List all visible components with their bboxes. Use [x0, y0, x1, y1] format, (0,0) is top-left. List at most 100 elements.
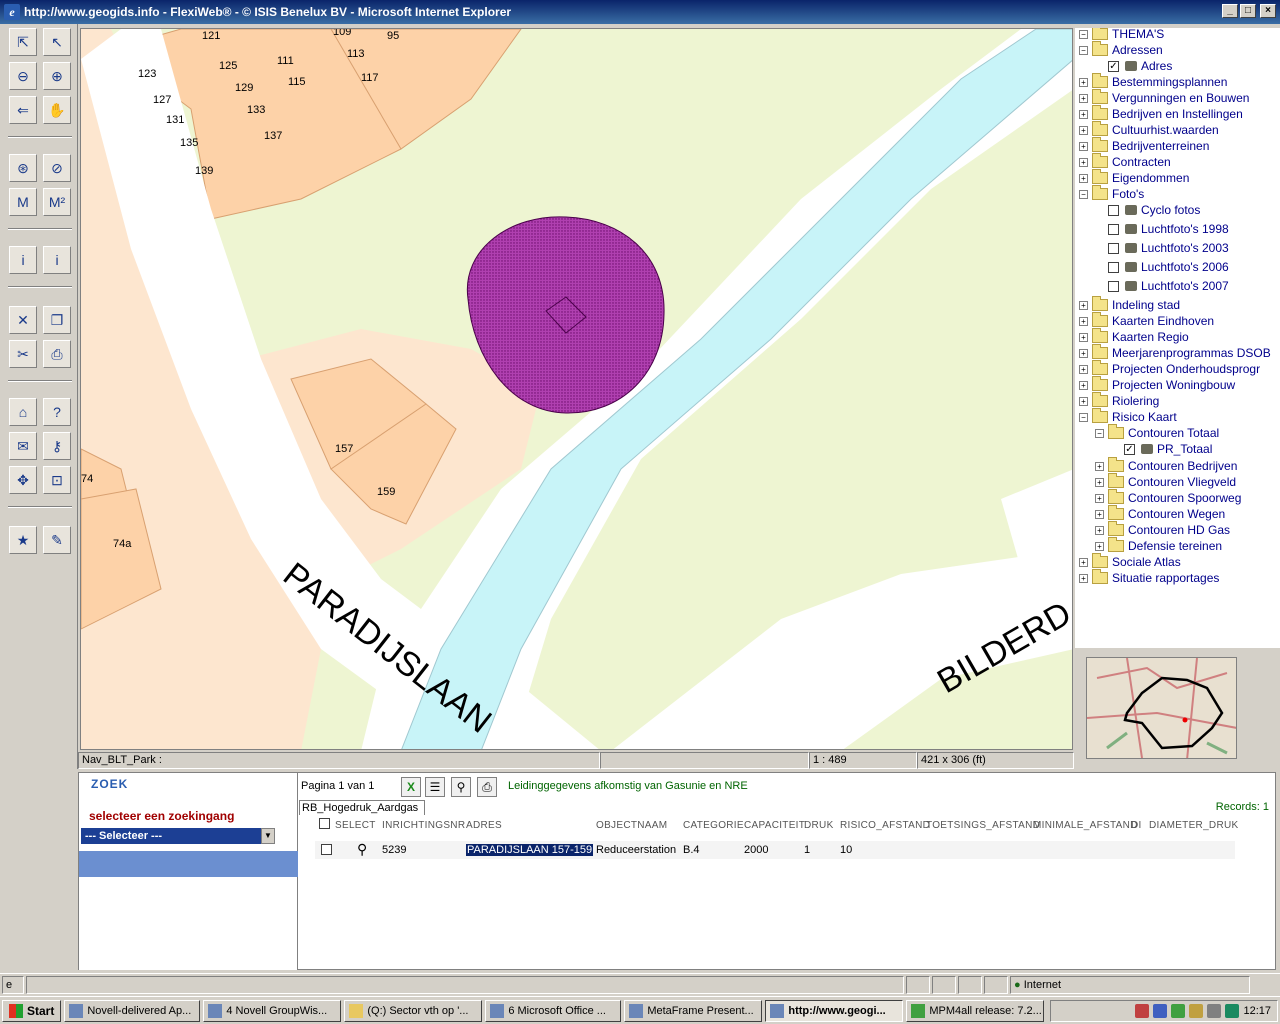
excel-export-icon[interactable]: X: [401, 777, 421, 797]
copy-icon[interactable]: ❐: [43, 306, 71, 334]
expand-icon[interactable]: +: [1095, 493, 1104, 503]
tree-item[interactable]: + Contouren Spoorweg: [1095, 489, 1241, 506]
tree-root[interactable]: − THEMA'S: [1079, 28, 1164, 42]
tray-icon[interactable]: [1171, 1004, 1186, 1018]
tree-item[interactable]: + Vergunningen en Bouwen: [1079, 89, 1249, 106]
tray-icon[interactable]: [1153, 1004, 1168, 1018]
taskbar-item[interactable]: 6 Microsoft Office ...: [485, 999, 622, 1022]
tab-results[interactable]: RB_Hogedruk_Aardgas: [299, 800, 426, 815]
tree-item[interactable]: + Contracten: [1079, 153, 1171, 170]
tree-item[interactable]: + Bedrijven en Instellingen: [1079, 105, 1243, 122]
tree-item[interactable]: Luchtfoto's 2007: [1095, 278, 1229, 294]
layer-checkbox[interactable]: [1108, 242, 1119, 254]
identify-select-icon[interactable]: i: [9, 246, 37, 274]
collapse-icon[interactable]: −: [1079, 45, 1088, 55]
tools-icon[interactable]: ✂: [9, 340, 37, 368]
row-checkbox[interactable]: [321, 844, 332, 855]
tree-item[interactable]: + Bedrijventerreinen: [1079, 137, 1209, 154]
zoom-out-icon[interactable]: ⊖: [9, 62, 37, 90]
tree-item[interactable]: − Risico Kaart: [1079, 408, 1177, 425]
expand-icon[interactable]: +: [1095, 541, 1104, 551]
tree-item[interactable]: − Foto's: [1079, 185, 1144, 202]
tray-icon[interactable]: [1135, 1004, 1150, 1018]
layer-checkbox[interactable]: [1108, 280, 1119, 292]
taskbar-item[interactable]: (Q:) Sector vth op '...: [344, 999, 483, 1022]
expand-icon[interactable]: +: [1079, 364, 1088, 374]
tree-item[interactable]: + Kaarten Eindhoven: [1079, 312, 1214, 329]
expand-icon[interactable]: +: [1079, 77, 1088, 87]
zoom-in-icon[interactable]: ⊕: [43, 62, 71, 90]
tree-item[interactable]: ✓ Adres: [1095, 58, 1172, 74]
expand-icon[interactable]: +: [1095, 461, 1104, 471]
table-row[interactable]: ⚲ 5239 PARADIJSLAAN 157-159 Reduceerstat…: [315, 841, 1235, 859]
tree-item[interactable]: − Adressen: [1079, 41, 1163, 58]
tree-item[interactable]: + Situatie rapportages: [1079, 569, 1219, 586]
cell-adres[interactable]: PARADIJSLAAN 157-159: [466, 844, 594, 856]
taskbar-item[interactable]: Novell-delivered Ap...: [64, 999, 201, 1022]
map-view[interactable]: 121 109 95 123 125 111 113 117 115 127 1…: [80, 28, 1073, 750]
cancel-icon[interactable]: ✕: [9, 306, 37, 334]
tree-item[interactable]: Luchtfoto's 2006: [1095, 259, 1229, 275]
zoom-box-icon[interactable]: ⊡: [43, 466, 71, 494]
expand-icon[interactable]: +: [1079, 109, 1088, 119]
expand-icon[interactable]: +: [1079, 300, 1088, 310]
layer-checkbox[interactable]: ✓: [1124, 443, 1135, 455]
tree-item[interactable]: + Kaarten Regio: [1079, 328, 1189, 345]
pointer-icon[interactable]: ↖: [43, 28, 71, 56]
tree-item[interactable]: + Eigendommen: [1079, 169, 1189, 186]
tree-item[interactable]: + Indeling stad: [1079, 296, 1180, 313]
full-extent-icon[interactable]: ⊛: [9, 154, 37, 182]
tree-item[interactable]: + Contouren Vliegveld: [1095, 473, 1236, 490]
layer-checkbox[interactable]: ✓: [1108, 60, 1119, 72]
expand-icon[interactable]: +: [1079, 332, 1088, 342]
expand-icon[interactable]: +: [1079, 573, 1088, 583]
star-icon[interactable]: ★: [9, 526, 37, 554]
tree-item[interactable]: + Projecten Onderhoudsprogr: [1079, 360, 1260, 377]
maximize-button[interactable]: □: [1240, 4, 1256, 18]
pan-hand-icon[interactable]: ✋: [43, 96, 71, 124]
clear-selection-icon[interactable]: ⊘: [43, 154, 71, 182]
collapse-icon[interactable]: −: [1079, 412, 1088, 422]
overview-map[interactable]: [1086, 657, 1237, 759]
print-icon[interactable]: ⎙: [43, 340, 71, 368]
taskbar-item[interactable]: 4 Novell GroupWis...: [203, 999, 342, 1022]
overview-canvas[interactable]: [1087, 658, 1237, 759]
zoom-to-icon[interactable]: ⚲: [451, 777, 471, 797]
list-icon[interactable]: ☰: [425, 777, 445, 797]
expand-icon[interactable]: +: [1079, 125, 1088, 135]
collapse-icon[interactable]: −: [1079, 29, 1088, 39]
taskbar-item[interactable]: MetaFrame Present...: [624, 999, 763, 1022]
start-button[interactable]: Start: [2, 999, 62, 1022]
home-icon[interactable]: ⌂: [9, 398, 37, 426]
layer-checkbox[interactable]: [1108, 223, 1119, 235]
key-icon[interactable]: ⚷: [43, 432, 71, 460]
taskbar-item[interactable]: MPM4all release: 7.2...: [906, 999, 1045, 1022]
layer-checkbox[interactable]: [1108, 204, 1119, 216]
tree-item[interactable]: ✓ PR_Totaal: [1111, 441, 1212, 457]
taskbar-item-active[interactable]: http://www.geogi...: [765, 999, 904, 1022]
tree-item[interactable]: Luchtfoto's 2003: [1095, 240, 1229, 256]
edit-icon[interactable]: ✎: [43, 526, 71, 554]
tree-item[interactable]: + Projecten Woningbouw: [1079, 376, 1235, 393]
expand-icon[interactable]: +: [1079, 141, 1088, 151]
magnifier-icon[interactable]: ⚲: [357, 841, 367, 858]
tree-item[interactable]: + Cultuurhist.waarden: [1079, 121, 1219, 138]
expand-icon[interactable]: +: [1079, 316, 1088, 326]
tree-item[interactable]: + Bestemmingsplannen: [1079, 73, 1227, 90]
tree-item[interactable]: Cyclo fotos: [1095, 202, 1200, 218]
tree-item[interactable]: + Riolering: [1079, 392, 1159, 409]
tree-item[interactable]: + Sociale Atlas: [1079, 553, 1181, 570]
expand-icon[interactable]: +: [1079, 380, 1088, 390]
measure-distance-icon[interactable]: M: [9, 188, 37, 216]
expand-icon[interactable]: +: [1095, 477, 1104, 487]
expand-icon[interactable]: +: [1079, 157, 1088, 167]
back-arrow-icon[interactable]: ⇐: [9, 96, 37, 124]
select-all-checkbox[interactable]: [319, 818, 330, 829]
minimize-button[interactable]: _: [1222, 4, 1238, 18]
print-results-icon[interactable]: ⎙: [477, 777, 497, 797]
move-icon[interactable]: ✥: [9, 466, 37, 494]
tree-item[interactable]: − Contouren Totaal: [1095, 424, 1219, 441]
close-button[interactable]: ×: [1260, 4, 1276, 18]
search-select[interactable]: --- Selecteer --- ▼: [81, 828, 275, 844]
tree-item[interactable]: + Contouren Bedrijven: [1095, 457, 1237, 474]
